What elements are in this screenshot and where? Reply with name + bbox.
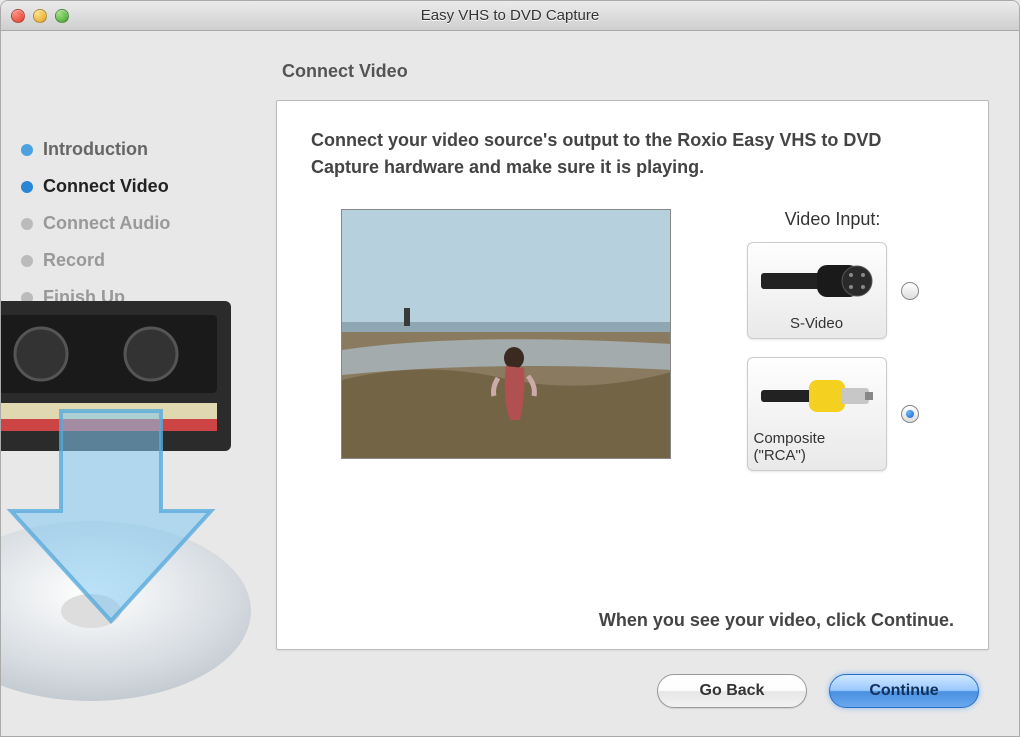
window-title: Easy VHS to DVD Capture xyxy=(1,7,1019,24)
vhs-artwork-icon xyxy=(0,291,281,711)
svideo-radio[interactable] xyxy=(901,282,919,300)
step-label: Introduction xyxy=(43,139,148,160)
step-label: Record xyxy=(43,250,105,271)
instruction-text: Connect your video source's output to th… xyxy=(311,127,954,181)
sidebar: Introduction Connect Video Connect Audio… xyxy=(1,31,266,736)
svideo-label: S-Video xyxy=(790,315,843,332)
composite-radio[interactable] xyxy=(901,405,919,423)
video-input-label: Video Input: xyxy=(711,209,954,230)
step-label: Connect Audio xyxy=(43,213,170,234)
sidebar-step-record[interactable]: Record xyxy=(1,242,266,279)
step-list: Introduction Connect Video Connect Audio… xyxy=(1,131,266,316)
video-preview xyxy=(341,209,671,459)
hint-text: When you see your video, click Continue. xyxy=(311,580,954,631)
composite-connector-icon xyxy=(757,368,877,424)
video-input-panel: Video Input: xyxy=(701,209,954,489)
input-option-svideo[interactable]: S-Video xyxy=(711,242,954,339)
sidebar-step-introduction[interactable]: Introduction xyxy=(1,131,266,168)
step-label: Connect Video xyxy=(43,176,169,197)
step-bullet-icon xyxy=(21,144,33,156)
close-window-button[interactable] xyxy=(11,9,25,23)
svideo-connector-icon xyxy=(757,253,877,309)
main-area: Connect Video Connect your video source'… xyxy=(266,31,1019,736)
step-bullet-icon xyxy=(21,292,33,304)
titlebar: Easy VHS to DVD Capture xyxy=(1,1,1019,31)
step-bullet-icon xyxy=(21,255,33,267)
minimize-window-button[interactable] xyxy=(33,9,47,23)
composite-label: Composite ("RCA") xyxy=(754,430,880,464)
input-option-composite[interactable]: Composite ("RCA") xyxy=(711,357,954,471)
continue-button[interactable]: Continue xyxy=(829,674,979,708)
step-bullet-icon xyxy=(21,181,33,193)
zoom-window-button[interactable] xyxy=(55,9,69,23)
content-area: Introduction Connect Video Connect Audio… xyxy=(1,31,1019,736)
step-label: Finish Up xyxy=(43,287,125,308)
button-row: Go Back Continue xyxy=(276,650,989,736)
sidebar-step-connect-video[interactable]: Connect Video xyxy=(1,168,266,205)
media-row: Video Input: xyxy=(311,209,954,489)
sidebar-step-finish-up[interactable]: Finish Up xyxy=(1,279,266,316)
window-controls xyxy=(11,9,69,23)
step-bullet-icon xyxy=(21,218,33,230)
content-panel: Connect your video source's output to th… xyxy=(276,100,989,650)
sidebar-step-connect-audio[interactable]: Connect Audio xyxy=(1,205,266,242)
svideo-card: S-Video xyxy=(747,242,887,339)
go-back-button[interactable]: Go Back xyxy=(657,674,807,708)
app-window: Easy VHS to DVD Capture Introduction Con… xyxy=(0,0,1020,737)
composite-card: Composite ("RCA") xyxy=(747,357,887,471)
page-heading: Connect Video xyxy=(276,61,989,82)
